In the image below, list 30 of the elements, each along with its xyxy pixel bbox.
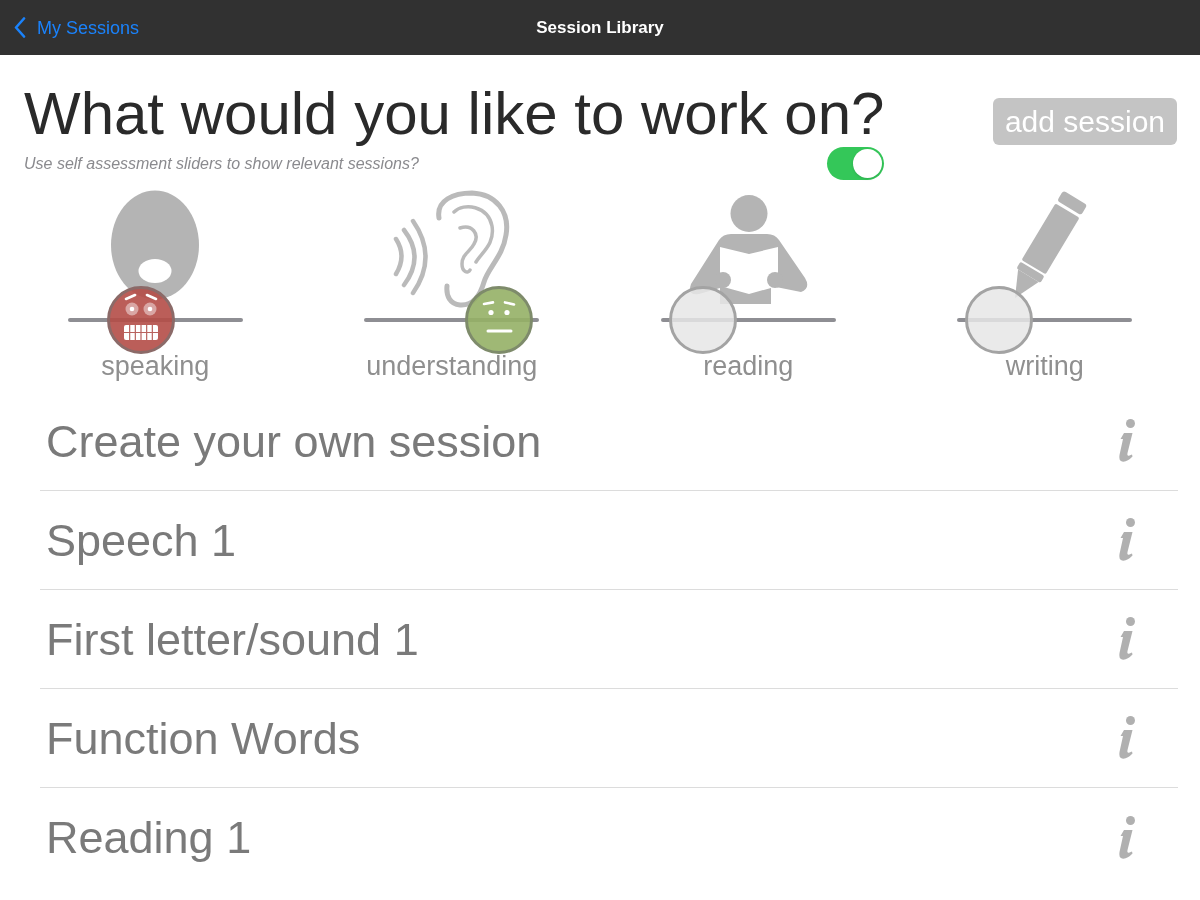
info-icon[interactable] xyxy=(1117,815,1137,860)
session-title: Reading 1 xyxy=(46,815,252,860)
skill-label: reading xyxy=(703,353,794,380)
neutral-face-icon xyxy=(482,300,516,334)
session-row[interactable]: Speech 1 xyxy=(40,491,1178,590)
talking-head-icon xyxy=(110,190,201,300)
person-reading-icon xyxy=(687,192,810,306)
session-title: Speech 1 xyxy=(46,517,237,563)
session-row[interactable]: Create your own session xyxy=(40,392,1178,491)
back-button[interactable]: My Sessions xyxy=(14,17,140,38)
info-icon[interactable] xyxy=(1117,419,1137,463)
skill-label: understanding xyxy=(366,353,538,380)
ear-sound-waves-icon xyxy=(391,190,512,310)
info-icon[interactable] xyxy=(1117,716,1137,760)
back-chevron-icon xyxy=(14,17,26,38)
nav-title: Session Library xyxy=(536,16,664,39)
session-row[interactable]: Function Words xyxy=(40,689,1178,788)
toggle-switch[interactable] xyxy=(827,147,885,180)
info-icon[interactable] xyxy=(1117,617,1137,661)
skill-label: speaking xyxy=(101,353,210,380)
skill-label: writing xyxy=(1005,353,1084,380)
session-row[interactable]: Reading 1 xyxy=(40,788,1178,887)
session-row[interactable]: First letter/sound 1 xyxy=(40,590,1178,689)
worried-face-icon xyxy=(122,293,161,342)
toggle-label: Use self assessment sliders to show relevant sessions? xyxy=(24,155,419,172)
session-title: First letter/sound 1 xyxy=(46,616,419,662)
page-heading: What would you like to work on? xyxy=(24,84,885,144)
info-icon[interactable] xyxy=(1117,518,1137,562)
session-title: Create your own session xyxy=(46,418,542,464)
session-title: Function Words xyxy=(46,715,361,761)
